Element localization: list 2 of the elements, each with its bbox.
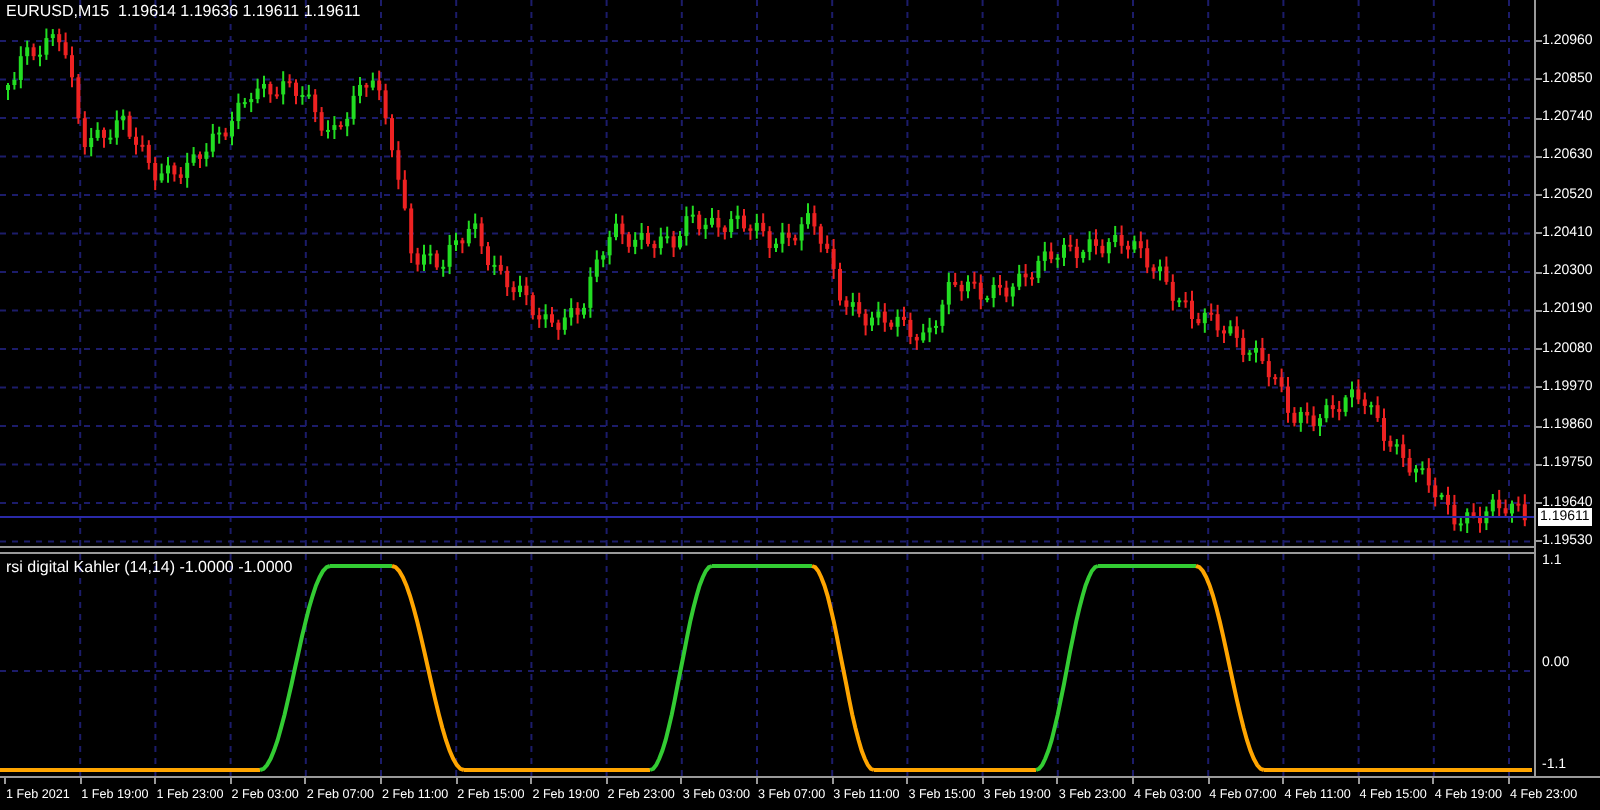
chart-header: EURUSD,M15 1.19614 1.19636 1.19611 1.19611 bbox=[6, 2, 361, 22]
indicator-header: rsi digital Kahler (14,14) -1.0000 -1.0000 bbox=[6, 558, 293, 578]
